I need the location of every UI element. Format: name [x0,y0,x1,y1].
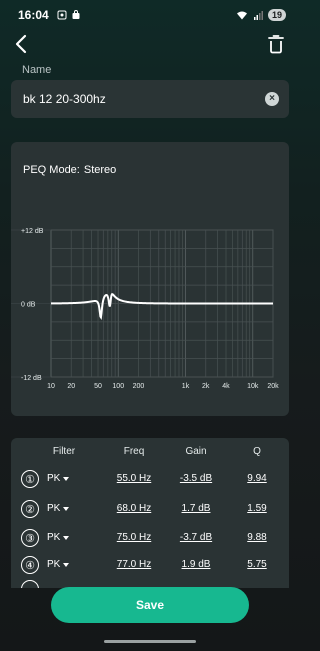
header-gain: Gain [185,446,207,457]
freq-value[interactable]: 55.0 Hz [109,473,159,484]
x-tick-label: 20 [67,383,75,390]
filter-type-select[interactable]: PK [47,559,81,570]
freq-value[interactable]: 75.0 Hz [109,532,159,543]
status-bar: 16:04 19 [0,0,300,30]
caret-down-icon [63,535,70,540]
bag-icon [72,10,80,19]
freq-value[interactable]: 77.0 Hz [109,559,159,570]
q-value[interactable]: 9.88 [237,532,277,543]
x-tick-label: 20k [267,383,279,390]
gain-value[interactable]: -3.7 dB [173,532,219,543]
x-tick-label: 1k [182,383,190,390]
trash-icon [268,35,284,54]
peq-mode-value[interactable]: Stereo [84,164,116,176]
filter-type: PK [47,532,61,543]
battery-indicator: 19 [267,9,286,21]
caret-down-icon [63,476,70,481]
filter-row: ① PK 55.0 Hz -3.5 dB 9.94 [11,468,289,490]
y-tick-label: 0 dB [21,302,36,309]
header-q: Q [253,446,261,457]
screenshot-icon [57,10,67,20]
save-button[interactable]: Save [51,587,249,623]
x-tick-label: 50 [94,383,102,390]
x-tick-label: 100 [112,383,124,390]
y-tick-label: -12 dB [21,375,42,382]
system-icons: 19 [236,9,286,21]
notification-icons [57,10,81,20]
name-label: Name [22,64,52,76]
gain-value[interactable]: 1.7 dB [173,503,219,514]
header-freq: Freq [123,446,145,457]
band-number: ② [21,500,39,518]
x-tick-label: 200 [133,383,145,390]
filter-type-select[interactable]: PK [47,503,81,514]
name-value: bk 12 20-300hz [23,92,106,106]
top-bar [0,32,300,56]
filter-table-header: Filter Freq Gain Q [11,446,289,460]
filter-type: PK [47,473,61,484]
freq-value[interactable]: 68.0 Hz [109,503,159,514]
filter-type: PK [47,503,61,514]
close-icon: × [269,93,275,104]
caret-down-icon [63,562,70,567]
status-time: 16:04 [18,8,49,22]
eq-response-graph: +12 dB 0 dB -12 dB 10 20 50 100 200 1k 2k 4k 10k 20k [11,228,279,390]
q-value[interactable]: 9.94 [237,473,277,484]
x-tick-label: 10 [47,383,55,390]
delete-button[interactable] [264,32,288,56]
band-number: ① [21,470,39,488]
q-value[interactable]: 5.75 [237,559,277,570]
name-field[interactable]: bk 12 20-300hz × [11,80,289,118]
band-number: ④ [21,556,39,574]
header-filter: Filter [52,446,76,457]
eq-graph-card: PEQ Mode: Stereo +12 dB 0 dB -12 dB 10 20 50 10… [11,142,289,416]
signal-icon [253,11,263,20]
chevron-left-icon [15,34,27,54]
gain-value[interactable]: -3.5 dB [173,473,219,484]
clear-name-button[interactable]: × [265,92,279,106]
filter-row: ③ PK 75.0 Hz -3.7 dB 9.88 [11,527,289,549]
filter-type-select[interactable]: PK [47,532,81,543]
filter-table: Filter Freq Gain Q ① PK 55.0 Hz -3.5 dB … [11,438,289,588]
filter-row: ② PK 68.0 Hz 1.7 dB 1.59 [11,498,289,520]
y-tick-label: +12 dB [21,228,44,235]
wifi-icon [236,11,247,20]
peq-mode-label: PEQ Mode: [23,164,80,176]
back-button[interactable] [10,32,34,56]
gesture-nav-bar [104,640,196,643]
filter-row: ④ PK 77.0 Hz 1.9 dB 5.75 [11,554,289,576]
x-tick-label: 4k [222,383,230,390]
gain-value[interactable]: 1.9 dB [173,559,219,570]
peq-mode: PEQ Mode: Stereo [23,164,116,176]
caret-down-icon [63,506,70,511]
band-number: ③ [21,529,39,547]
filter-type-select[interactable]: PK [47,473,81,484]
q-value[interactable]: 1.59 [237,503,277,514]
x-tick-label: 10k [247,383,259,390]
filter-type: PK [47,559,61,570]
band-number-partial [21,580,39,588]
x-tick-label: 2k [202,383,210,390]
